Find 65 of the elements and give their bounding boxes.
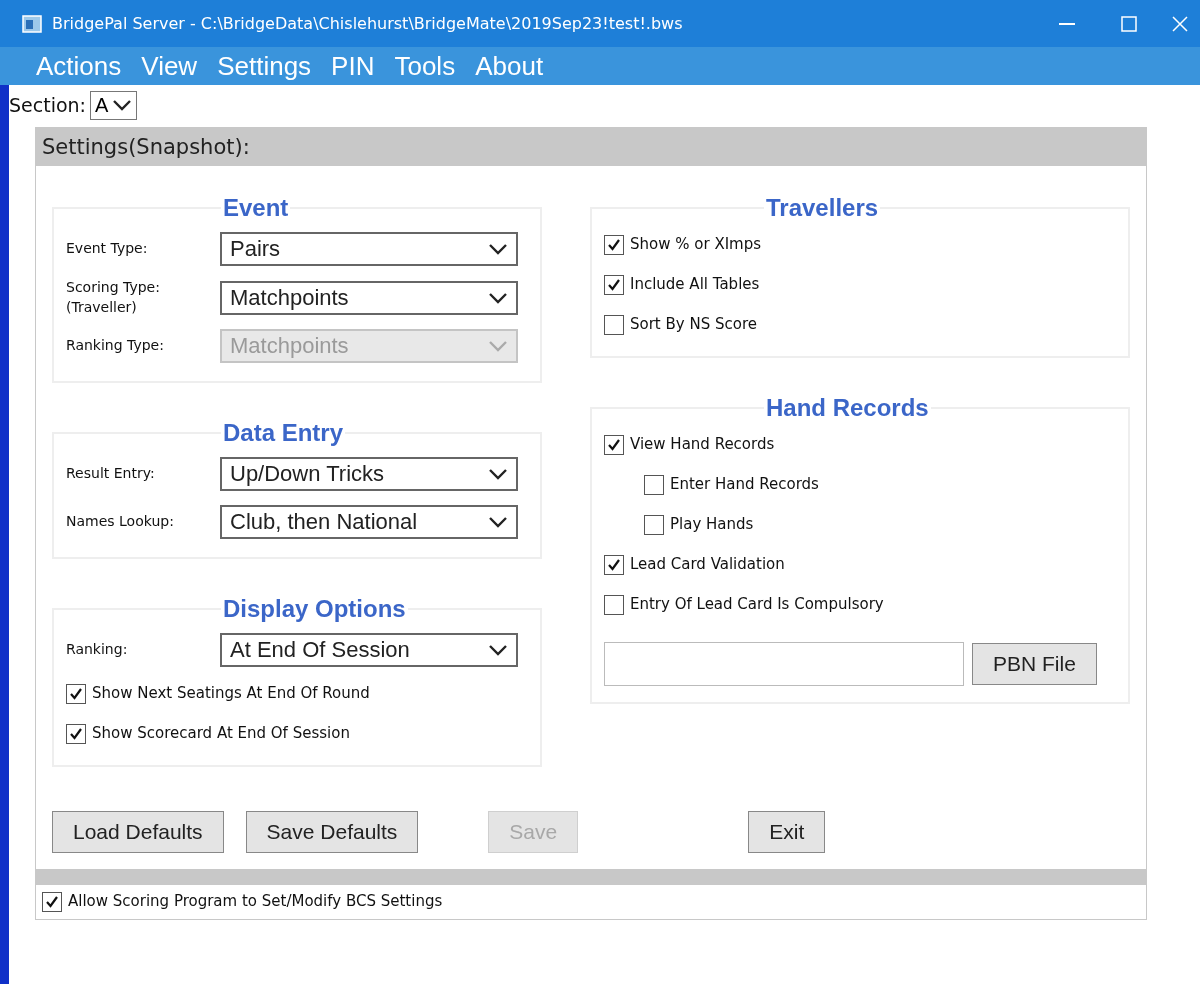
chevron-down-icon (488, 644, 508, 657)
checkbox[interactable] (604, 315, 624, 335)
checkmark-icon (607, 438, 621, 452)
checkbox-label: View Hand Records (630, 435, 775, 455)
close-icon[interactable] (1172, 15, 1188, 32)
window-title: BridgePal Server - C:\BridgeData\Chislehurst\BridgeMate\2019Sep23!test!.bws (52, 14, 684, 33)
checkbox-label: Show % or XImps (630, 235, 762, 255)
checkbox-label: Entry Of Lead Card Is Compulsory (630, 595, 884, 615)
chevron-down-icon (488, 340, 508, 353)
file-path-field[interactable] (604, 642, 964, 686)
section-dropdown[interactable]: A (90, 90, 138, 120)
dialog-button[interactable]: Load Defaults (52, 811, 224, 854)
chevron-down-icon (488, 468, 508, 481)
dropdown[interactable]: At End Of Session (220, 633, 518, 668)
section-label: Section: (9, 92, 86, 118)
checkbox-label: Show Next Seatings At End Of Round (92, 684, 370, 704)
checkbox-label: Lead Card Validation (630, 555, 785, 575)
checkbox-label: Enter Hand Records (670, 475, 819, 495)
checkbox[interactable] (604, 435, 624, 455)
group-title: Display Options (222, 595, 407, 624)
dropdown[interactable]: Club, then National (220, 505, 518, 540)
checkbox-label: Show Scorecard At End Of Session (92, 724, 350, 744)
dropdown[interactable]: Up/Down Tricks (220, 457, 518, 492)
checkmark-icon (607, 558, 621, 572)
checkbox-label: Include All Tables (630, 275, 760, 295)
group-title: Data Entry (222, 419, 345, 448)
checkbox-label: Play Hands (670, 515, 754, 535)
group-title: Event (222, 194, 290, 222)
field-label: Scoring Type: (Traveller) (66, 278, 161, 317)
pbn-file-button[interactable]: PBN File (972, 643, 1097, 685)
dialog-button[interactable]: Exit (748, 811, 826, 854)
chevron-down-icon (488, 243, 508, 255)
app-icon (22, 14, 42, 33)
checkmark-icon (69, 687, 83, 702)
checkmark-icon (607, 238, 621, 252)
checkmark-icon (45, 895, 59, 910)
panel-title: Settings(Snapshot): (36, 128, 1146, 166)
checkbox[interactable] (42, 892, 62, 913)
field-label: Result Entry: (66, 464, 156, 484)
checkmark-icon (607, 278, 621, 292)
checkbox[interactable] (66, 724, 86, 745)
checkbox[interactable] (66, 684, 86, 705)
chevron-down-icon (488, 516, 508, 529)
chevron-down-icon (488, 291, 508, 304)
chevron-down-icon (112, 99, 133, 111)
dropdown[interactable]: Pairs (220, 232, 518, 266)
minimize-icon[interactable] (1059, 22, 1075, 25)
checkbox-label: Sort By NS Score (630, 315, 757, 335)
checkbox[interactable] (604, 275, 624, 295)
dropdown[interactable]: Matchpoints (220, 280, 518, 315)
field-label: Ranking: (66, 640, 129, 660)
checkbox[interactable] (604, 555, 624, 575)
group-title: Travellers (765, 194, 880, 222)
checkbox[interactable] (644, 475, 664, 495)
checkbox[interactable] (604, 595, 624, 615)
checkbox[interactable] (604, 235, 624, 255)
checkbox[interactable] (644, 515, 664, 535)
field-label: Event Type: (66, 239, 149, 259)
maximize-icon[interactable] (1121, 15, 1137, 32)
checkmark-icon (69, 727, 83, 742)
checkbox-label: Allow Scoring Program to Set/Modify BCS Settings (68, 892, 443, 912)
field-label: Names Lookup: (66, 512, 175, 532)
dialog-button[interactable]: Save Defaults (245, 811, 419, 854)
group-title: Hand Records (765, 394, 930, 422)
field-label: Ranking Type: (66, 336, 165, 356)
